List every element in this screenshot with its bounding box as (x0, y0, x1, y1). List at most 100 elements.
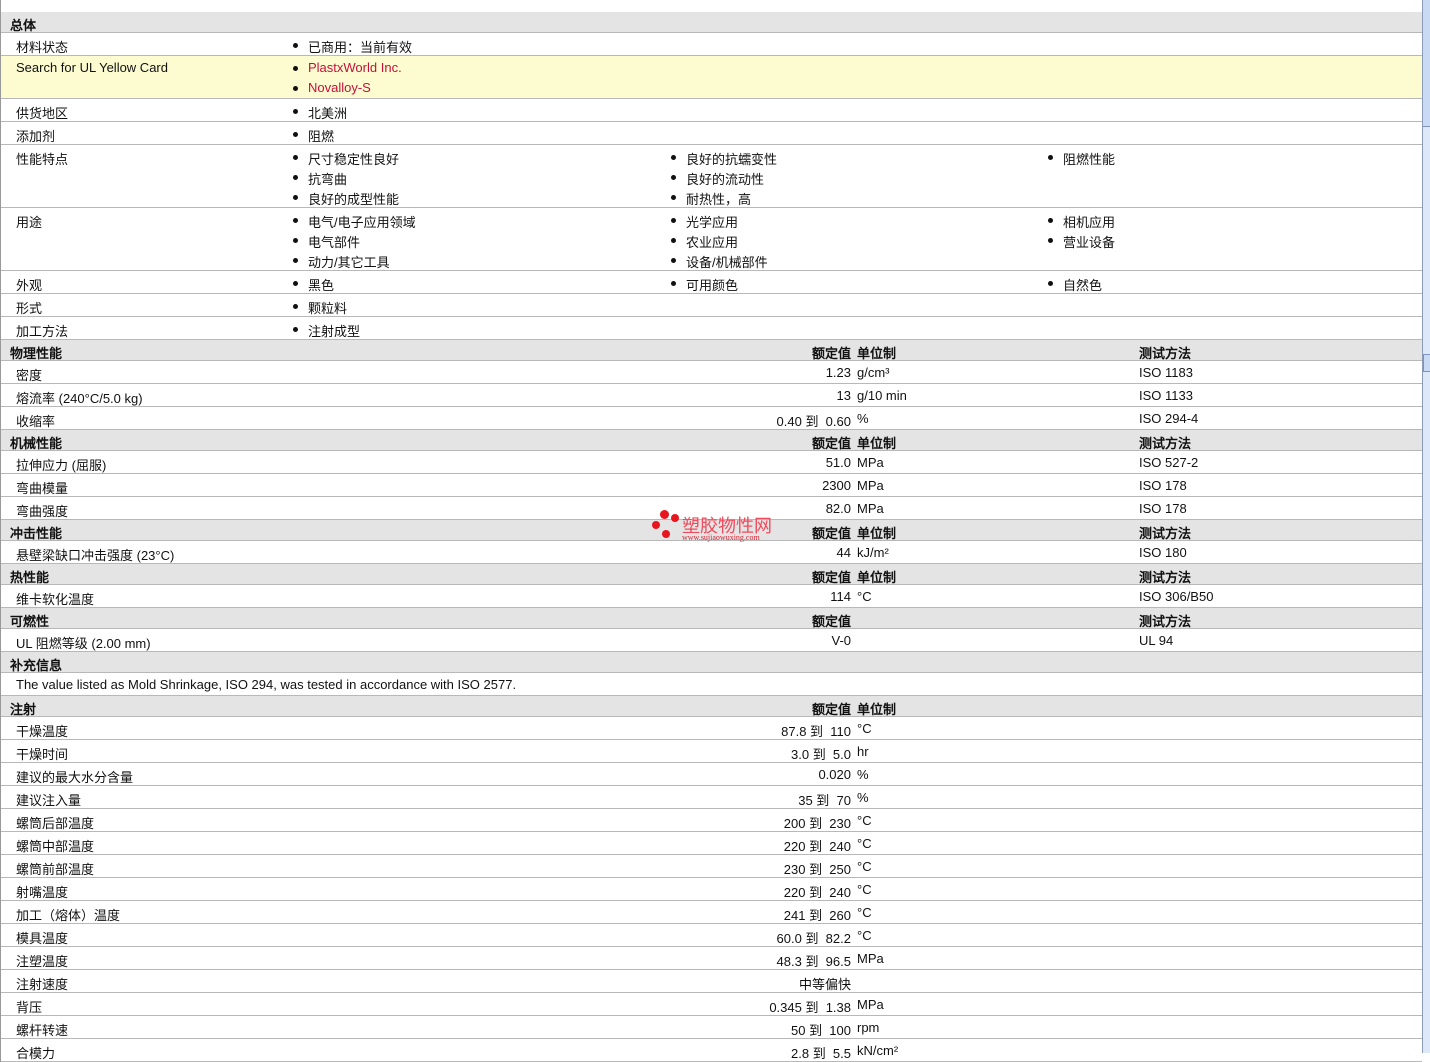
vertical-scrollbar[interactable] (1422, 0, 1430, 1053)
property-value: 中等偏快 (798, 977, 851, 992)
property-row: 维卡软化温度 114 °C ISO 306/B50 (1, 585, 1422, 608)
property-label: 螺筒前部温度 (16, 862, 95, 877)
property-label: 注塑温度 (16, 954, 69, 969)
property-list-item: 颗粒料 (293, 298, 348, 317)
bullet-icon (671, 175, 676, 180)
scrollbar-thumb[interactable] (1423, 0, 1430, 127)
bullet-icon (293, 258, 298, 263)
list-item-text: 颗粒料 (308, 301, 348, 316)
property-label: 加工方法 (16, 324, 69, 339)
bullet-icon (293, 86, 298, 91)
property-value: 50 到 100 (791, 1023, 851, 1038)
scrollbar-marker (1423, 354, 1430, 372)
property-row: 密度 1.23 g/cm³ ISO 1183 (1, 361, 1422, 384)
bullet-icon (671, 155, 676, 160)
property-list-item: 注射成型 (293, 321, 361, 340)
property-list-item: 动力/其它工具 (293, 252, 390, 271)
bullet-icon (293, 304, 298, 309)
yellow-card-link[interactable]: PlastxWorld Inc. (293, 60, 402, 75)
link-text[interactable]: Novalloy-S (308, 80, 371, 95)
yellow-card-link[interactable]: Novalloy-S (293, 80, 371, 95)
list-item-text: 阻燃 (308, 129, 335, 144)
link-text[interactable]: PlastxWorld Inc. (308, 60, 402, 75)
bullet-icon (671, 238, 676, 243)
property-row: 弯曲模量 2300 MPa ISO 178 (1, 474, 1422, 497)
value-column-header: 额定值 (811, 436, 851, 451)
unit-column-header: 单位制 (857, 702, 897, 717)
property-list-item: 北美洲 (293, 103, 347, 122)
section-header: 总体 (1, 12, 1422, 33)
property-value: 114 (830, 589, 851, 604)
list-item-text: 良好的抗蠕变性 (686, 152, 778, 167)
bullet-icon (1048, 281, 1053, 286)
property-list-item: 光学应用 (671, 212, 738, 231)
property-label: 螺筒中部温度 (16, 839, 95, 854)
property-unit: °C (857, 589, 872, 604)
property-label: 维卡软化温度 (16, 592, 95, 607)
section-header: 补充信息 (1, 652, 1422, 673)
property-value: 220 到 240 (783, 885, 851, 900)
property-value: 51.0 (825, 455, 851, 470)
bullet-icon (293, 175, 298, 180)
property-label: 注射速度 (16, 977, 69, 992)
test-method: ISO 527-2 (1139, 455, 1199, 470)
list-item-text: 注射成型 (308, 324, 361, 339)
property-label: 拉伸应力 (屈服) (16, 458, 107, 473)
property-unit: MPa (857, 455, 884, 470)
property-row: 材料状态 已商用：当前有效 (1, 33, 1422, 56)
section-title: 热性能 (10, 570, 50, 585)
property-list-item: 阻燃性能 (1048, 149, 1115, 168)
property-value: 87.8 到 110 (781, 724, 851, 739)
bullet-icon (671, 195, 676, 200)
bullet-icon (293, 43, 298, 48)
list-item-text: 电气/电子应用领域 (308, 215, 416, 230)
property-label: 射嘴温度 (16, 885, 69, 900)
section-title: 可燃性 (10, 614, 50, 629)
list-item-text: 营业设备 (1063, 235, 1116, 250)
property-value: 2300 (822, 478, 851, 493)
list-item-text: 良好的流动性 (686, 172, 765, 187)
property-unit: % (857, 411, 869, 426)
property-list-item: 良好的流动性 (671, 169, 765, 188)
bullet-icon (293, 281, 298, 286)
value-column-header: 额定值 (811, 702, 851, 717)
property-row: 干燥时间 3.0 到 5.0 hr (1, 740, 1422, 763)
property-unit: °C (857, 813, 872, 828)
property-unit: MPa (857, 478, 884, 493)
property-value: 0.40 到 0.60 (776, 414, 851, 429)
property-list-item: 良好的成型性能 (293, 189, 400, 208)
property-label: 添加剂 (16, 129, 56, 144)
list-item-text: 黑色 (308, 278, 335, 293)
property-row: 干燥温度 87.8 到 110 °C (1, 717, 1422, 740)
list-item-text: 动力/其它工具 (308, 255, 390, 270)
property-value: 3.0 到 5.0 (791, 747, 851, 762)
section-header: 注射 额定值 单位制 (1, 696, 1422, 717)
note-text: The value listed as Mold Shrinkage, ISO … (16, 677, 517, 692)
property-unit: kJ/m² (857, 545, 889, 560)
property-row: 建议的最大水分含量 0.020% (1, 763, 1422, 786)
property-value: 1.23 (825, 365, 851, 380)
bullet-icon (671, 258, 676, 263)
property-unit: MPa (857, 501, 884, 516)
unit-column-header: 单位制 (857, 570, 897, 585)
property-label: 收缩率 (16, 414, 56, 429)
bullet-icon (671, 218, 676, 223)
list-item-text: 耐热性，高 (686, 192, 752, 207)
property-unit: °C (857, 928, 872, 943)
list-item-text: 已商用：当前有效 (308, 40, 413, 55)
property-value: 44 (836, 545, 851, 560)
property-row: 螺杆转速 50 到 100 rpm (1, 1016, 1422, 1039)
property-label: 性能特点 (16, 152, 69, 167)
property-row: 外观 黑色 可用颜色 自然色 (1, 271, 1422, 294)
property-label: 供货地区 (16, 106, 69, 121)
property-row: 悬壁梁缺口冲击强度 (23°C) 44 kJ/m² ISO 180 (1, 541, 1422, 564)
section-header: 机械性能 额定值 单位制 测试方法 (1, 430, 1422, 451)
list-item-text: 自然色 (1063, 278, 1103, 293)
bullet-icon (293, 132, 298, 137)
list-item-text: 良好的成型性能 (308, 192, 400, 207)
bullet-icon (293, 66, 298, 71)
property-row: 螺筒前部温度 230 到 250 °C (1, 855, 1422, 878)
section-title: 补充信息 (10, 658, 63, 673)
property-label: 加工（熔体）温度 (16, 908, 121, 923)
property-label: 材料状态 (16, 40, 69, 55)
